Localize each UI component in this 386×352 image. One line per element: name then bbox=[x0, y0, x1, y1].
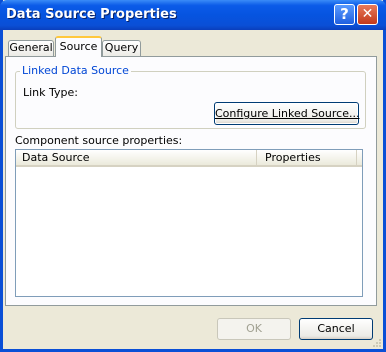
component-properties-label: Component source properties: bbox=[15, 134, 183, 147]
tab-query[interactable]: Query bbox=[102, 40, 141, 56]
column-header-data-source[interactable]: Data Source bbox=[16, 150, 257, 165]
list-header: Data Source Properties bbox=[16, 150, 362, 167]
tab-source[interactable]: Source bbox=[55, 36, 102, 57]
close-icon: ✕ bbox=[361, 6, 374, 22]
cancel-button[interactable]: Cancel bbox=[299, 318, 373, 340]
help-button[interactable]: ? bbox=[334, 4, 355, 25]
tab-general[interactable]: General bbox=[8, 40, 54, 56]
tab-panel-source: Linked Data Source Link Type: Configure … bbox=[5, 56, 377, 306]
link-type-label: Link Type: bbox=[23, 86, 78, 99]
window-title: Data Source Properties bbox=[6, 7, 177, 22]
ok-button[interactable]: OK bbox=[217, 318, 291, 340]
component-properties-list[interactable]: Data Source Properties bbox=[15, 149, 363, 297]
help-icon: ? bbox=[340, 5, 349, 23]
column-header-properties[interactable]: Properties bbox=[257, 150, 357, 165]
title-bar[interactable]: Data Source Properties ? ✕ bbox=[0, 0, 386, 30]
close-button[interactable]: ✕ bbox=[357, 4, 378, 25]
resize-grip-icon[interactable] bbox=[372, 338, 382, 348]
configure-linked-source-button[interactable]: Configure Linked Source... bbox=[214, 102, 359, 125]
linked-data-source-group: Linked Data Source Link Type: Configure … bbox=[15, 64, 366, 129]
configure-button-label: Configure Linked Source... bbox=[215, 107, 360, 120]
group-legend: Linked Data Source bbox=[20, 64, 131, 77]
